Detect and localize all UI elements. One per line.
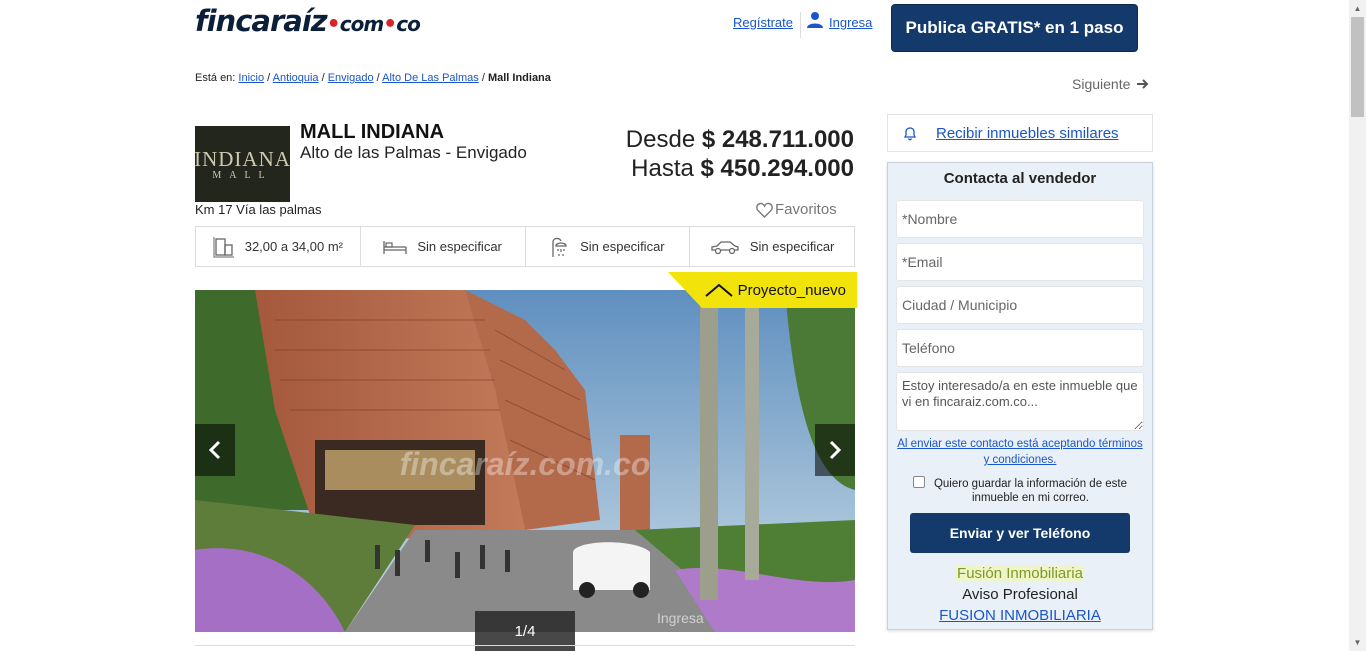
send-contact-button[interactable]: Enviar y ver Teléfono [910,513,1130,553]
city-field[interactable] [896,286,1144,324]
logo-sub-text: com [339,12,384,36]
name-field[interactable] [896,200,1144,238]
scroll-down-icon[interactable]: ▼ [1349,634,1366,651]
save-info-checkbox[interactable] [913,476,925,488]
feature-area-value: 32,00 a 34,00 m² [244,239,344,254]
agency-name-text: Fusión Inmobiliaria [956,565,1084,582]
gallery-divider [195,645,855,646]
price-from: Desde $ 248.711.000 [626,126,854,154]
terms-link[interactable]: Al enviar este contacto está aceptando t… [897,438,1142,466]
breadcrumb-link[interactable]: Envigado [328,72,374,84]
chevron-left-icon [208,440,221,460]
property-address: Km 17 Vía las palmas [195,202,322,217]
area-icon [213,236,234,257]
favorites-label: Favoritos [775,201,837,218]
email-field[interactable] [896,243,1144,281]
agency-link[interactable]: FUSION INMOBILIARIA [939,607,1101,624]
user-icon [806,11,824,34]
feature-parking: Sin especificar [690,227,854,266]
car-icon [711,240,739,254]
feature-bathrooms-value: Sin especificar [580,239,665,254]
similar-alert[interactable]: Recibir inmuebles similares [887,114,1153,152]
price-to-value: $ 450.294.000 [700,155,854,182]
gallery-prev-button[interactable] [195,424,235,476]
logo-dot: • [383,12,397,37]
terms-notice: Al enviar este contacto está aceptando t… [896,436,1144,468]
price-from-value: $ 248.711.000 [701,126,854,153]
new-project-label: Proyecto_nuevo [737,281,846,299]
feature-bedrooms: Sin especificar [361,227,526,266]
property-location: Alto de las Palmas - Envigado [300,143,527,162]
bed-icon [383,240,407,254]
project-logo-subtext: MALL [212,170,273,181]
phone-field[interactable] [896,329,1144,367]
agency-type: Aviso Profesional [962,586,1078,603]
price-to-label: Hasta [631,155,694,182]
header-divider [800,12,801,38]
bell-icon [903,127,917,141]
roof-icon [704,283,733,297]
scroll-up-icon[interactable]: ▲ [1349,0,1366,17]
price-to: Hasta $ 450.294.000 [631,155,854,183]
gallery-next-button[interactable] [815,424,855,476]
project-logo-text: INDIANA [194,147,291,171]
scrollbar-thumb[interactable] [1351,17,1364,117]
breadcrumb-link[interactable]: Alto De Las Palmas [382,72,479,84]
logo-sub2-text: co [396,12,421,36]
site-logo[interactable]: fincaraíz•com•co [195,4,421,38]
shower-icon [552,237,567,257]
publish-button[interactable]: Publica GRATIS* en 1 paso [891,4,1138,52]
property-photo[interactable]: fincaraíz.com.co Ingresa [195,290,855,632]
favorites-button[interactable]: Favoritos [756,201,837,218]
save-info-label: Quiero guardar la información de este in… [933,478,1128,504]
feature-parking-value: Sin especificar [749,239,835,254]
watermark-ingresa: Ingresa [657,610,704,626]
next-listing-link[interactable]: Siguiente [1072,76,1150,92]
breadcrumb-link[interactable]: Inicio [238,72,264,84]
agency-link-wrap: FUSION INMOBILIARIA [887,607,1153,624]
property-title: MALL INDIANA [300,121,445,143]
arrow-right-icon [1137,79,1149,89]
price-from-label: Desde [625,126,696,153]
feature-bathrooms: Sin especificar [526,227,691,266]
logo-dot: • [326,12,341,37]
message-field[interactable]: Estoy interesado/a en este inmueble que … [896,372,1144,431]
heart-icon [756,202,773,218]
breadcrumb-link[interactable]: Antioquia [273,72,319,84]
watermark-text: fincaraíz.com.co [400,446,651,482]
next-label: Siguiente [1072,76,1131,92]
chevron-right-icon [829,440,842,460]
breadcrumb: Está en: Inicio / Antioquia / Envigado /… [195,72,551,84]
register-link[interactable]: Regístrate [733,15,793,30]
similar-alert-link[interactable]: Recibir inmuebles similares [936,125,1119,142]
feature-bedrooms-value: Sin especificar [417,239,502,254]
login-link[interactable]: Ingresa [829,15,872,30]
contact-title: Contacta al vendedor [943,170,1097,187]
breadcrumb-current: Mall Indiana [487,72,551,84]
logo-main-text: fincaraíz [195,4,328,38]
feature-area: 32,00 a 34,00 m² [196,227,361,266]
features-bar: 32,00 a 34,00 m² Sin especificar Sin esp… [195,226,855,267]
breadcrumb-prefix: Está en: [195,72,236,84]
project-logo: INDIANA MALL [194,126,291,202]
agency-name: Fusión Inmobiliaria [887,565,1153,582]
